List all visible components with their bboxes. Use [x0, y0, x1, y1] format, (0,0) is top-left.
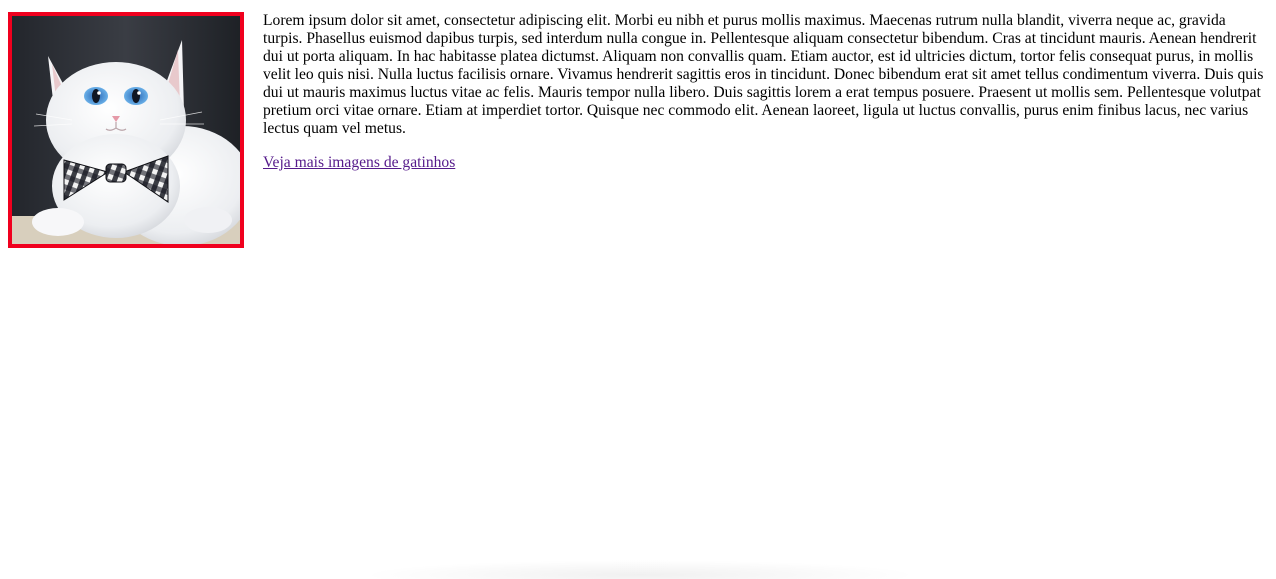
more-kittens-link[interactable]: Veja mais imagens de gatinhos — [263, 154, 455, 171]
lorem-paragraph: Lorem ipsum dolor sit amet, consectetur … — [263, 12, 1264, 137]
link-line: Veja mais imagens de gatinhos — [263, 154, 1266, 172]
cat-photo — [8, 12, 244, 248]
cat-illustration — [12, 16, 240, 244]
article-content: Lorem ipsum dolor sit amet, consectetur … — [263, 12, 1266, 172]
bottom-shadow — [360, 560, 920, 579]
